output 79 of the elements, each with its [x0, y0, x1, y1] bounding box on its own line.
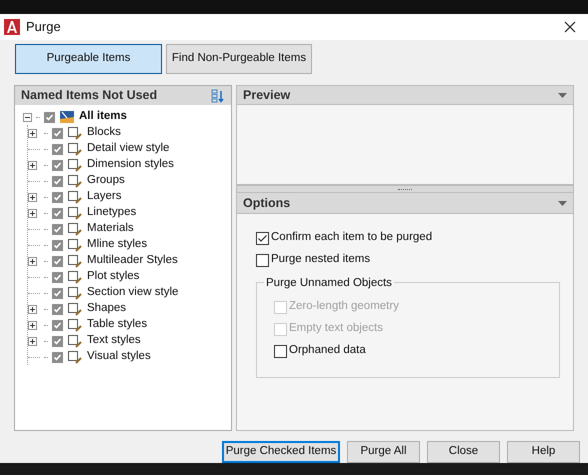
panel-title: Options [243, 194, 290, 212]
checkbox-label[interactable]: Confirm each item to be purged [271, 229, 432, 247]
tree-item[interactable]: Dimension styles [87, 156, 174, 174]
style-icon [67, 317, 83, 333]
style-icon [67, 333, 83, 349]
tree-item[interactable]: Plot styles [87, 268, 140, 286]
checkbox-label[interactable]: Purge nested items [271, 251, 370, 269]
tree-item[interactable]: Table styles [87, 316, 148, 334]
checkbox[interactable] [52, 352, 63, 362]
expand-icon[interactable] [28, 320, 37, 330]
sort-icon[interactable] [211, 88, 225, 102]
checkbox[interactable] [52, 144, 63, 154]
style-icon [67, 141, 83, 157]
expand-icon[interactable] [28, 336, 37, 346]
style-icon [67, 285, 83, 301]
dropdown-icon[interactable] [558, 92, 567, 98]
window-title: Purge [26, 18, 61, 36]
dropdown-icon[interactable] [558, 200, 567, 206]
style-icon [67, 221, 83, 237]
checkbox[interactable] [274, 344, 287, 358]
checkbox-label[interactable]: Orphaned data [289, 342, 366, 360]
panel-title: Preview [243, 86, 290, 104]
tree-item[interactable]: Blocks [87, 124, 121, 142]
style-icon [67, 301, 83, 317]
checkbox[interactable] [52, 224, 63, 234]
checkbox[interactable] [52, 240, 63, 250]
checkbox[interactable] [52, 160, 63, 170]
tree-item[interactable]: Detail view style [87, 140, 170, 158]
style-icon [67, 237, 83, 253]
checkbox[interactable] [52, 336, 63, 346]
dialog-button[interactable]: Help [507, 441, 580, 463]
tree-item[interactable]: Linetypes [87, 204, 136, 222]
style-icon [67, 269, 83, 285]
tree-item[interactable]: Multileader Styles [87, 252, 178, 270]
checkbox[interactable] [256, 254, 269, 266]
tree-item[interactable]: Shapes [87, 300, 126, 318]
checkbox[interactable] [52, 272, 63, 282]
expand-icon[interactable] [28, 192, 37, 202]
tree-item[interactable]: Section view style [87, 284, 178, 302]
tab[interactable]: Find Non-Purgeable Items [166, 44, 312, 74]
checkbox[interactable] [52, 176, 63, 186]
drawing-icon [59, 109, 75, 125]
tree-item[interactable]: Materials [87, 220, 134, 238]
expand-icon[interactable] [28, 128, 37, 138]
style-icon [67, 349, 83, 365]
style-icon [67, 205, 83, 221]
checkbox[interactable] [256, 232, 269, 244]
tree-item[interactable]: Groups [87, 172, 125, 190]
app-logo-icon [4, 19, 20, 35]
expand-icon[interactable] [28, 160, 37, 170]
dialog-button[interactable]: Purge Checked Items [222, 441, 340, 463]
panel-title: Named Items Not Used [21, 87, 158, 104]
checkbox[interactable] [52, 192, 63, 202]
expand-icon[interactable] [28, 256, 37, 266]
tab[interactable]: Purgeable Items [15, 44, 162, 74]
tree-item[interactable]: All items [79, 108, 127, 126]
tree-item[interactable]: Mline styles [87, 236, 148, 254]
tree-item[interactable]: Layers [87, 188, 122, 206]
tree-item[interactable]: Visual styles [87, 348, 151, 366]
style-icon [67, 189, 83, 205]
expand-icon[interactable] [28, 208, 37, 218]
expand-icon[interactable] [28, 304, 37, 314]
dialog-button[interactable]: Close [427, 441, 500, 463]
style-icon [67, 173, 83, 189]
collapse-icon[interactable] [23, 112, 32, 122]
checkbox[interactable] [52, 208, 63, 218]
checkbox[interactable] [52, 288, 63, 298]
style-icon [67, 253, 83, 269]
checkbox[interactable] [52, 128, 63, 138]
splitter-handle[interactable] [236, 185, 574, 193]
checkbox[interactable] [52, 256, 63, 266]
style-icon [67, 157, 83, 173]
style-icon [67, 125, 83, 141]
checkbox[interactable] [52, 304, 63, 314]
checkbox[interactable] [52, 320, 63, 330]
checkbox[interactable] [44, 112, 55, 122]
dialog-button[interactable]: Purge All [347, 441, 420, 463]
tree-item[interactable]: Text styles [87, 332, 141, 350]
close-icon[interactable] [564, 21, 576, 33]
